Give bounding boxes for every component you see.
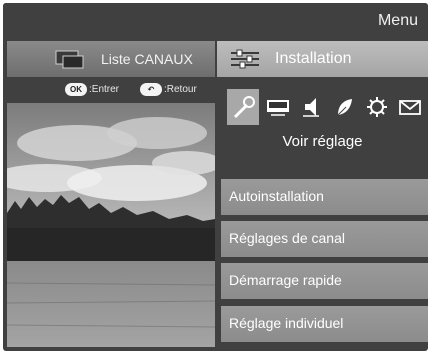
preview-image [7,103,215,347]
settings-sliders-icon [229,49,261,74]
return-key-icon: ↶ [140,83,162,96]
menu-title: Menu [377,12,418,29]
envelope-icon[interactable] [394,89,426,125]
tab-channel-list[interactable]: Liste CANAUX [7,41,215,77]
menu-item-individual-setting[interactable]: Réglage individuel [221,306,428,342]
button-hints: OK :Entrer ↶ :Retour [7,81,215,99]
tv-menu-frame: Menu Liste CANAUX OK :Entrer ↶ :Retour I… [3,3,428,351]
gear-icon[interactable] [361,89,393,125]
category-title: Voir réglage [282,133,363,150]
ok-key-icon: OK [65,83,87,96]
menu-item-autoinstallation[interactable]: Autoinstallation [221,179,428,215]
tab-channel-list-label: Liste CANAUX [101,51,193,67]
speaker-icon[interactable] [295,89,327,125]
screen-icon[interactable] [262,89,294,125]
return-hint-label: :Retour [164,84,197,95]
menu-item-quick-start[interactable]: Démarrage rapide [221,263,428,299]
ok-hint-label: :Entrer [89,84,120,95]
menu-item-channel-settings[interactable]: Réglages de canal [221,221,428,257]
wrench-icon[interactable] [227,89,259,125]
category-icons [217,89,428,125]
tab-installation-label: Installation [275,50,352,67]
tab-installation[interactable]: Installation [217,41,428,77]
leaf-icon[interactable] [328,89,360,125]
tv-icon [55,50,85,73]
top-bar: Menu [3,3,428,41]
